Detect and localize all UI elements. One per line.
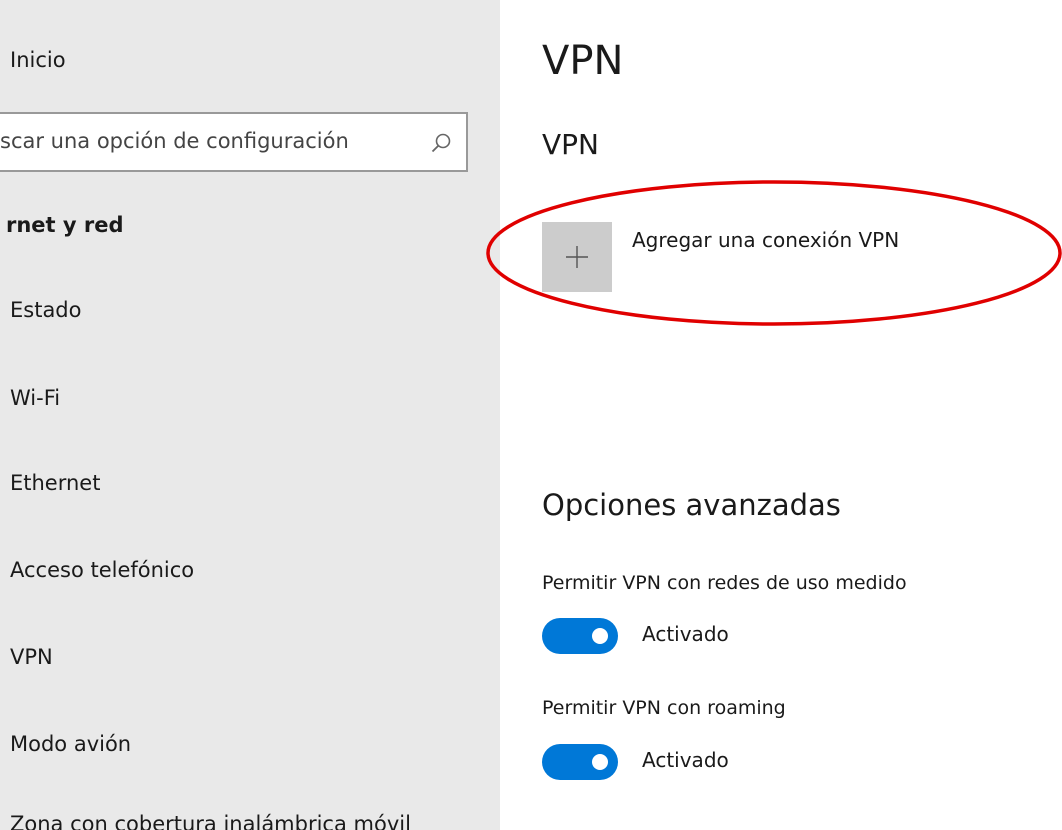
toggle-knob (592, 754, 608, 770)
metered-network-toggle[interactable] (542, 618, 618, 654)
search-placeholder: scar una opción de configuración (0, 129, 349, 153)
page-title: VPN (542, 38, 624, 84)
sidebar-section-title: rnet y red (6, 213, 124, 237)
sidebar-item-acceso-telefonico[interactable]: Acceso telefónico (10, 558, 194, 582)
sidebar: Inicio scar una opción de configuración … (0, 0, 500, 830)
roaming-toggle[interactable] (542, 744, 618, 780)
sidebar-item-wifi[interactable]: Wi-Fi (10, 386, 60, 410)
search-icon[interactable] (430, 132, 452, 154)
main-content: VPN VPN Agregar una conexión VPN Opcione… (486, 0, 1062, 830)
sidebar-item-modo-avion[interactable]: Modo avión (10, 732, 131, 756)
sidebar-item-vpn[interactable]: VPN (10, 645, 53, 669)
search-input[interactable]: scar una opción de configuración (0, 112, 468, 172)
toggle-knob (592, 628, 608, 644)
sidebar-home-link[interactable]: Inicio (10, 48, 66, 72)
metered-network-label: Permitir VPN con redes de uso medido (542, 572, 907, 594)
sidebar-item-zona-cobertura[interactable]: Zona con cobertura inalámbrica móvil (10, 812, 411, 830)
settings-window: Inicio scar una opción de configuración … (0, 0, 1062, 830)
advanced-options-title: Opciones avanzadas (542, 488, 841, 522)
section-title-vpn: VPN (542, 128, 599, 161)
sidebar-item-estado[interactable]: Estado (10, 298, 82, 322)
add-vpn-button[interactable] (542, 222, 612, 292)
sidebar-item-ethernet[interactable]: Ethernet (10, 471, 100, 495)
roaming-state: Activado (642, 748, 729, 772)
plus-icon (566, 246, 588, 268)
roaming-label: Permitir VPN con roaming (542, 697, 786, 719)
add-vpn-label[interactable]: Agregar una conexión VPN (632, 228, 899, 252)
metered-network-state: Activado (642, 622, 729, 646)
